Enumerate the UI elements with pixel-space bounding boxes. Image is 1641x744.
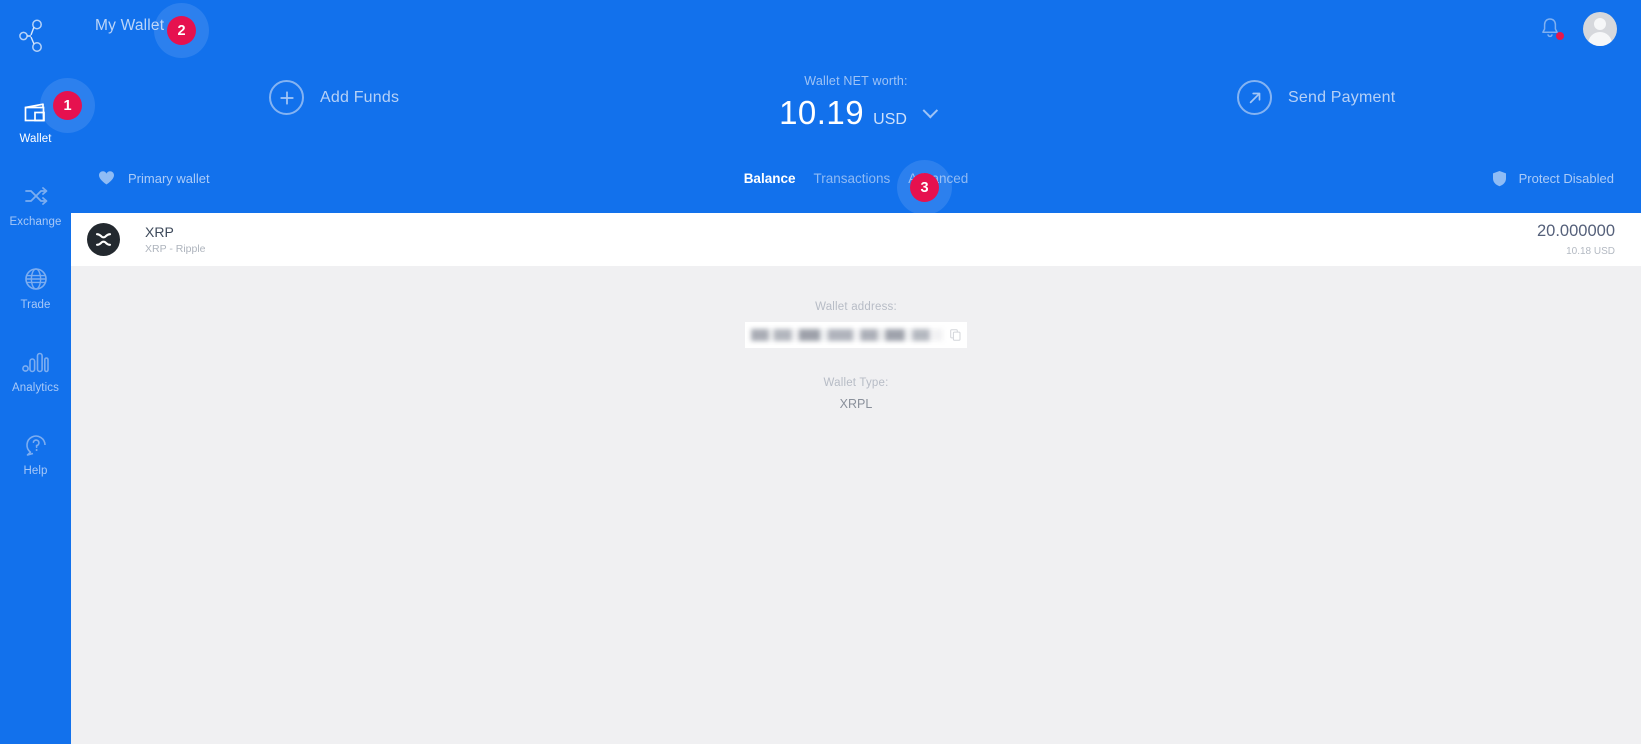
asset-amount-block: 20.000000 10.18 USD	[1537, 222, 1615, 257]
brand-logo[interactable]	[0, 0, 71, 72]
topbar-actions	[1539, 12, 1617, 46]
wallet-address-value-redacted	[751, 329, 943, 341]
asset-row[interactable]: XRP XRP - Ripple 20.000000 10.18 USD	[71, 213, 1641, 266]
hero-section: Add Funds Wallet NET worth: 10.19 USD Se…	[71, 60, 1641, 155]
networth-currency: USD	[873, 111, 907, 128]
chevron-down-icon[interactable]	[922, 102, 939, 118]
networth-block: Wallet NET worth: 10.19 USD	[71, 74, 1641, 132]
wallet-selector-label: My Wallet	[95, 17, 165, 34]
wallet-type-label: Wallet Type:	[823, 377, 889, 389]
asset-symbol: XRP	[145, 223, 174, 240]
globe-icon	[23, 266, 49, 292]
networth-amount: 10.19	[779, 94, 865, 131]
notifications-button[interactable]	[1539, 16, 1564, 42]
subbar: Primary wallet Balance Transactions Adva…	[71, 160, 1641, 213]
send-payment-label: Send Payment	[1288, 88, 1396, 106]
notification-dot-badge	[1556, 32, 1564, 40]
app-root: Wallet Exchange Trade Analytics Help My …	[0, 0, 1641, 744]
arrow-up-right-circle-icon	[1237, 80, 1272, 115]
tab-transactions[interactable]: Transactions	[813, 171, 890, 186]
wallet-address-label: Wallet address:	[815, 301, 897, 313]
asset-fiat-value: 10.18 USD	[1566, 245, 1615, 257]
sidebar-item-label: Wallet	[19, 133, 52, 145]
sidebar-item-trade[interactable]: Trade	[0, 254, 71, 321]
step-badge-1: 1	[53, 91, 82, 120]
sidebar-item-label: Exchange	[9, 216, 62, 228]
wallet-icon	[23, 100, 49, 126]
xrp-coin-icon	[87, 223, 120, 256]
step-badge-3: 3	[910, 173, 939, 202]
sidebar-nav: Wallet Exchange Trade Analytics Help	[0, 88, 71, 503]
network-nodes-icon	[18, 19, 42, 52]
networth-label: Wallet NET worth:	[804, 74, 908, 88]
networth-value-row: 10.19 USD	[71, 94, 1641, 132]
sidebar-item-label: Analytics	[12, 382, 59, 394]
send-payment-button[interactable]: Send Payment	[1237, 80, 1395, 115]
wallet-type-value: XRPL	[839, 397, 873, 411]
sidebar-item-exchange[interactable]: Exchange	[0, 171, 71, 238]
asset-name-block: XRP XRP - Ripple	[145, 224, 206, 256]
tab-bar: Balance Transactions Advanced	[71, 171, 1641, 186]
sidebar-item-label: Trade	[20, 299, 51, 311]
sidebar-item-analytics[interactable]: Analytics	[0, 337, 71, 404]
sidebar-item-label: Help	[23, 465, 48, 477]
topbar: My Wallet	[71, 0, 1641, 60]
help-circle-icon	[23, 432, 49, 458]
protect-status[interactable]: Protect Disabled	[1492, 170, 1614, 187]
bar-chart-icon	[21, 349, 50, 375]
header: My Wallet Add Funds Wallet NET worth: 10…	[71, 0, 1641, 213]
tab-balance[interactable]: Balance	[744, 171, 796, 186]
copy-icon[interactable]	[943, 322, 967, 348]
avatar[interactable]	[1583, 12, 1617, 46]
asset-detail-panel: Wallet address: Wallet Type: XRPL	[71, 266, 1641, 744]
shield-icon	[1492, 171, 1506, 187]
asset-detail-content: Wallet address: Wallet Type: XRPL	[71, 266, 1641, 411]
asset-quantity: 20.000000	[1537, 222, 1615, 241]
asset-fullname: XRP - Ripple	[145, 243, 206, 256]
wallet-address-box[interactable]	[745, 322, 967, 348]
step-badge-2: 2	[167, 16, 196, 45]
user-avatar-icon	[1594, 18, 1606, 30]
sidebar-item-help[interactable]: Help	[0, 420, 71, 487]
detail-spacer	[71, 348, 1641, 377]
avatar-body	[1588, 32, 1612, 46]
exchange-icon	[23, 183, 49, 209]
protect-label: Protect Disabled	[1518, 171, 1614, 186]
